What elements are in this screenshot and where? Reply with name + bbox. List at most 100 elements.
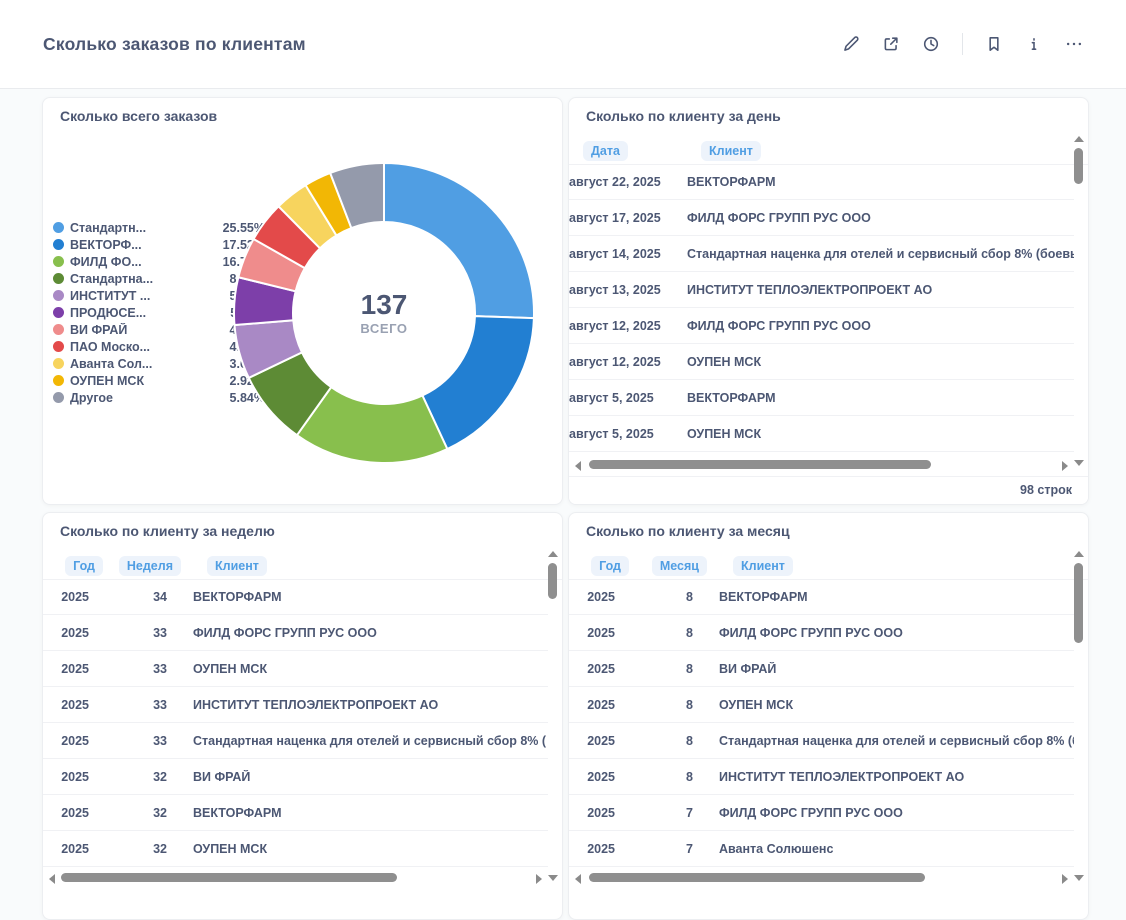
table-row[interactable]: август 12, 2025ФИЛД ФОРС ГРУПП РУС ООО bbox=[569, 308, 1074, 344]
history-clock-icon[interactable] bbox=[922, 35, 940, 53]
table-row[interactable]: 20258Стандартная наценка для отелей и се… bbox=[569, 723, 1074, 759]
table-cell[interactable]: 2025 bbox=[569, 698, 615, 712]
table-cell[interactable]: 2025 bbox=[43, 734, 89, 748]
donut-chart[interactable]: 137 ВСЕГО bbox=[232, 161, 536, 465]
table-cell[interactable]: 2025 bbox=[569, 770, 615, 784]
more-ellipsis-icon[interactable] bbox=[1065, 35, 1083, 53]
card-title-per-week[interactable]: Сколько по клиенту за неделю bbox=[60, 523, 275, 539]
table-cell[interactable]: август 12, 2025 bbox=[569, 319, 687, 333]
table-row[interactable]: 20258ВИ ФРАЙ bbox=[569, 651, 1074, 687]
table-row[interactable]: 20257ФИЛД ФОРС ГРУПП РУС ООО bbox=[569, 795, 1074, 831]
table-row[interactable]: 202533ОУПЕН МСК bbox=[43, 651, 548, 687]
table-row[interactable]: 202532ВИ ФРАЙ bbox=[43, 759, 548, 795]
table-cell[interactable]: август 5, 2025 bbox=[569, 391, 687, 405]
horizontal-scroll-thumb[interactable] bbox=[589, 460, 931, 469]
table-cell[interactable]: август 5, 2025 bbox=[569, 427, 687, 441]
column-header-pill[interactable]: Клиент bbox=[207, 556, 267, 577]
table-cell[interactable]: 2025 bbox=[43, 590, 89, 604]
bookmark-icon[interactable] bbox=[985, 35, 1003, 53]
table-cell[interactable]: 33 bbox=[89, 626, 167, 640]
vertical-scroll-thumb[interactable] bbox=[1074, 563, 1083, 643]
horizontal-scroll-thumb[interactable] bbox=[589, 873, 925, 882]
table-cell[interactable]: ОУПЕН МСК bbox=[167, 842, 548, 856]
table-row[interactable]: август 13, 2025ИНСТИТУТ ТЕПЛОЭЛЕКТРОПРОЕ… bbox=[569, 272, 1074, 308]
table-cell[interactable]: ОУПЕН МСК bbox=[167, 662, 548, 676]
table-cell[interactable]: август 22, 2025 bbox=[569, 175, 687, 189]
scroll-up-arrow[interactable] bbox=[1074, 136, 1084, 142]
table-cell[interactable]: ВЕКТОРФАРМ bbox=[687, 175, 1074, 189]
table-cell[interactable]: 2025 bbox=[569, 626, 615, 640]
table-cell[interactable]: 8 bbox=[615, 770, 693, 784]
table-row[interactable]: август 22, 2025ВЕКТОРФАРМ bbox=[569, 164, 1074, 200]
table-cell[interactable]: ВЕКТОРФАРМ bbox=[693, 590, 1074, 604]
table-cell[interactable]: 33 bbox=[89, 734, 167, 748]
table-cell[interactable]: ФИЛД ФОРС ГРУПП РУС ООО bbox=[687, 211, 1074, 225]
scroll-down-arrow[interactable] bbox=[548, 875, 558, 881]
table-cell[interactable]: 8 bbox=[615, 662, 693, 676]
table-row[interactable]: 202533ИНСТИТУТ ТЕПЛОЭЛЕКТРОПРОЕКТ АО bbox=[43, 687, 548, 723]
table-cell[interactable]: август 17, 2025 bbox=[569, 211, 687, 225]
table-cell[interactable]: 2025 bbox=[569, 734, 615, 748]
table-cell[interactable]: 32 bbox=[89, 770, 167, 784]
vertical-scrollbar[interactable] bbox=[547, 551, 559, 881]
table-cell[interactable]: 2025 bbox=[569, 842, 615, 856]
scroll-down-arrow[interactable] bbox=[1074, 460, 1084, 466]
table-row[interactable]: август 17, 2025ФИЛД ФОРС ГРУПП РУС ООО bbox=[569, 200, 1074, 236]
column-header-pill[interactable]: Клиент bbox=[733, 556, 793, 577]
scroll-down-arrow[interactable] bbox=[1074, 875, 1084, 881]
table-cell[interactable]: ВИ ФРАЙ bbox=[167, 770, 548, 784]
vertical-scroll-thumb[interactable] bbox=[548, 563, 557, 599]
table-row[interactable]: август 5, 2025ВЕКТОРФАРМ bbox=[569, 380, 1074, 416]
table-cell[interactable]: ФИЛД ФОРС ГРУПП РУС ООО bbox=[693, 806, 1074, 820]
table-row[interactable]: август 12, 2025ОУПЕН МСК bbox=[569, 344, 1074, 380]
table-cell[interactable]: 8 bbox=[615, 626, 693, 640]
table-cell[interactable]: 32 bbox=[89, 842, 167, 856]
table-cell[interactable]: ФИЛД ФОРС ГРУПП РУС ООО bbox=[167, 626, 548, 640]
table-cell[interactable]: ИНСТИТУТ ТЕПЛОЭЛЕКТРОПРОЕКТ АО bbox=[693, 770, 1074, 784]
scroll-up-arrow[interactable] bbox=[548, 551, 558, 557]
table-row[interactable]: август 5, 2025ОУПЕН МСК bbox=[569, 416, 1074, 452]
vertical-scrollbar[interactable] bbox=[1073, 136, 1085, 466]
table-cell[interactable]: 2025 bbox=[43, 698, 89, 712]
table-cell[interactable]: ВИ ФРАЙ bbox=[693, 662, 1074, 676]
table-cell[interactable]: ВЕКТОРФАРМ bbox=[167, 590, 548, 604]
table-row[interactable]: 20258ОУПЕН МСК bbox=[569, 687, 1074, 723]
table-row[interactable]: 202534ВЕКТОРФАРМ bbox=[43, 579, 548, 615]
table-cell[interactable]: ВЕКТОРФАРМ bbox=[167, 806, 548, 820]
table-cell[interactable]: 7 bbox=[615, 806, 693, 820]
table-cell[interactable]: ИНСТИТУТ ТЕПЛОЭЛЕКТРОПРОЕКТ АО bbox=[687, 283, 1074, 297]
column-header-pill[interactable]: Дата bbox=[583, 141, 628, 162]
table-row[interactable]: 20258ФИЛД ФОРС ГРУПП РУС ООО bbox=[569, 615, 1074, 651]
table-cell[interactable]: 2025 bbox=[43, 662, 89, 676]
table-cell[interactable]: 33 bbox=[89, 698, 167, 712]
table-row[interactable]: 20258ВЕКТОРФАРМ bbox=[569, 579, 1074, 615]
column-header-pill[interactable]: Клиент bbox=[701, 141, 761, 162]
horizontal-scrollbar[interactable] bbox=[569, 458, 1074, 472]
column-header-pill[interactable]: Неделя bbox=[119, 556, 181, 577]
table-cell[interactable]: 2025 bbox=[43, 770, 89, 784]
column-header-pill[interactable]: Год bbox=[65, 556, 103, 577]
table-cell[interactable]: 2025 bbox=[43, 626, 89, 640]
table-row[interactable]: 202532ОУПЕН МСК bbox=[43, 831, 548, 867]
table-cell[interactable]: Стандартная наценка для отелей и сервисн… bbox=[693, 734, 1074, 748]
table-cell[interactable]: ФИЛД ФОРС ГРУПП РУС ООО bbox=[693, 626, 1074, 640]
edit-pencil-icon[interactable] bbox=[842, 35, 860, 53]
table-cell[interactable]: 2025 bbox=[569, 590, 615, 604]
column-header-pill[interactable]: Год bbox=[591, 556, 629, 577]
table-row[interactable]: 202532ВЕКТОРФАРМ bbox=[43, 795, 548, 831]
scroll-right-arrow[interactable] bbox=[1062, 461, 1068, 471]
table-cell[interactable]: 2025 bbox=[569, 806, 615, 820]
column-header-pill[interactable]: Месяц bbox=[652, 556, 707, 577]
table-cell[interactable]: ОУПЕН МСК bbox=[693, 698, 1074, 712]
share-icon[interactable] bbox=[882, 35, 900, 53]
table-row[interactable]: август 14, 2025Стандартная наценка для о… bbox=[569, 236, 1074, 272]
table-cell[interactable]: 2025 bbox=[43, 842, 89, 856]
table-cell[interactable]: 7 bbox=[615, 842, 693, 856]
card-title-per-month[interactable]: Сколько по клиенту за месяц bbox=[586, 523, 790, 539]
table-row[interactable]: 202533ФИЛД ФОРС ГРУПП РУС ООО bbox=[43, 615, 548, 651]
info-icon[interactable] bbox=[1025, 35, 1043, 53]
vertical-scrollbar[interactable] bbox=[1073, 551, 1085, 881]
table-row[interactable]: 20258ИНСТИТУТ ТЕПЛОЭЛЕКТРОПРОЕКТ АО bbox=[569, 759, 1074, 795]
table-row[interactable]: 20257Аванта Солюшенс bbox=[569, 831, 1074, 867]
table-cell[interactable]: 8 bbox=[615, 590, 693, 604]
